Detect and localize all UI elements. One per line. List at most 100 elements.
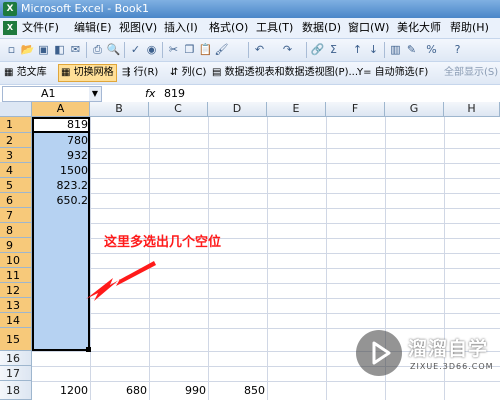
template-library-label: 范文库 [16,67,47,78]
row-header-8[interactable]: 8 [0,223,32,238]
row-header-14[interactable]: 14 [0,313,32,328]
permission-icon[interactable]: ◧ [52,42,67,57]
menu-edit[interactable]: 编辑(E) [74,18,112,38]
menu-tools[interactable]: 工具(T) [256,18,293,38]
column-icon: ⇵ [170,67,182,78]
chevron-down-icon[interactable]: ▼ [89,87,101,101]
hyperlink-icon[interactable]: 🔗 [310,42,325,57]
play-icon [372,341,391,365]
row-header-7[interactable]: 7 [0,208,32,223]
column-header-c[interactable]: C [149,102,208,117]
format-painter-icon[interactable]: 🖌 [214,42,229,57]
menu-help[interactable]: 帮助(H) [450,18,489,38]
cell-a6[interactable]: 650.2 [32,193,90,208]
research-icon[interactable]: ◉ [144,42,159,57]
chart-wizard-icon[interactable]: ▥ [388,42,403,57]
menu-file[interactable]: 文件(F) [22,18,59,38]
cell-b18[interactable]: 680 [90,381,149,400]
row-header-12[interactable]: 12 [0,283,32,298]
row-header-15[interactable]: 15 [0,328,32,351]
menu-insert[interactable]: 插入(I) [164,18,198,38]
menu-beautify[interactable]: 美化大师 [397,18,441,38]
toggle-grid-button[interactable]: ▦ 切换网格 [58,64,117,82]
row-header-6[interactable]: 6 [0,193,32,208]
row-header-16[interactable]: 16 [0,351,32,366]
gridline [208,117,209,400]
copy-icon[interactable]: ❐ [182,42,197,57]
cell-c18[interactable]: 990 [149,381,208,400]
column-header-d[interactable]: D [208,102,267,117]
insert-row-button[interactable]: ⇶ 行(R) [122,65,158,81]
column-header-g[interactable]: G [385,102,444,117]
column-header-a[interactable]: A [32,102,90,117]
gridline [326,117,327,400]
fill-handle[interactable] [86,347,91,352]
row-header-18[interactable]: 18 [0,381,32,400]
row-header-4[interactable]: 4 [0,163,32,178]
row-header-5[interactable]: 5 [0,178,32,193]
column-header-b[interactable]: B [90,102,149,117]
column-header-e[interactable]: E [267,102,326,117]
row-header-9[interactable]: 9 [0,238,32,253]
cell-a1[interactable]: 819 [32,117,90,133]
autofilter-button[interactable]: Y= 自动筛选(F) [357,65,428,81]
menu-format[interactable]: 格式(O) [209,18,248,38]
fx-icon[interactable]: fx [145,86,155,101]
row-header-10[interactable]: 10 [0,253,32,268]
drawing-icon[interactable]: ✎ [404,42,419,57]
cell-a18[interactable]: 1200 [32,381,90,400]
gridline [32,193,500,194]
spelling-icon[interactable]: ✓ [128,42,143,57]
mail-icon[interactable]: ✉ [68,42,83,57]
row-header-13[interactable]: 13 [0,298,32,313]
show-all-button[interactable]: 全部显示(S) [444,65,498,81]
watermark-url: ZIXUE.3D66.COM [410,362,494,371]
workbook-icon[interactable]: X [3,21,17,35]
title-bar: X Microsoft Excel - Book1 [0,0,500,18]
menu-data[interactable]: 数据(D) [302,18,341,38]
cut-icon[interactable]: ✂ [166,42,181,57]
row-header-1[interactable]: 1 [0,117,32,133]
template-icon: ▦ [4,67,17,78]
column-header-h[interactable]: H [444,102,500,117]
print-icon[interactable]: ⎙ [90,42,105,57]
gridline [32,313,500,314]
cell-a4[interactable]: 1500 [32,163,90,178]
gridline [32,178,500,179]
select-all-corner[interactable] [0,102,32,117]
cell-a2[interactable]: 780 [32,133,90,148]
formula-input[interactable]: 819 [164,86,185,101]
print-preview-icon[interactable]: 🔍 [106,42,121,57]
name-box[interactable]: A1 ▼ [2,86,102,102]
undo-icon[interactable]: ↶ [252,42,267,57]
zoom-icon[interactable]: % [424,42,439,57]
autosum-icon[interactable]: Σ [326,42,341,57]
sort-ascending-icon[interactable]: ↑ [350,42,365,57]
pivot-table-button[interactable]: ▤ 数据透视表和数据透视图(P)... [212,65,358,81]
menu-window[interactable]: 窗口(W) [348,18,389,38]
row-header-2[interactable]: 2 [0,133,32,148]
template-library-button[interactable]: ▦ 范文库 [4,65,47,81]
menu-view[interactable]: 视图(V) [119,18,157,38]
row-header-17[interactable]: 17 [0,366,32,381]
open-icon[interactable]: 📂 [20,42,35,57]
cell-a3[interactable]: 932 [32,148,90,163]
redo-icon[interactable]: ↷ [280,42,295,57]
sort-descending-icon[interactable]: ↓ [366,42,381,57]
window-title: Microsoft Excel - Book1 [21,2,150,15]
filter-icon: Y= [357,67,375,78]
column-header-f[interactable]: F [326,102,385,117]
insert-column-button[interactable]: ⇵ 列(C) [170,65,206,81]
formula-bar: A1 ▼ fx 819 [0,85,500,103]
new-icon[interactable]: ▫ [4,42,19,57]
cell-a5[interactable]: 823.2 [32,178,90,193]
paste-icon[interactable]: 📋 [198,42,213,57]
pivot-table-label: 数据透视表和数据透视图(P)... [224,67,359,78]
save-icon[interactable]: ▣ [36,42,51,57]
row-header-3[interactable]: 3 [0,148,32,163]
help-icon[interactable]: ? [450,42,465,57]
row-icon: ⇶ [122,67,134,78]
toolbar-separator [124,42,125,58]
row-header-11[interactable]: 11 [0,268,32,283]
cell-d18[interactable]: 850 [208,381,267,400]
